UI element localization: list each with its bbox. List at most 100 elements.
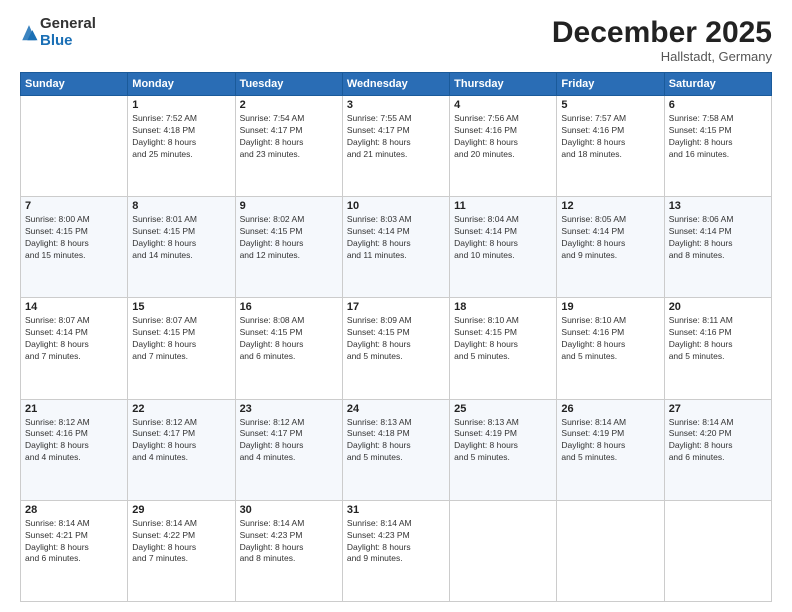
day-number: 21 xyxy=(25,403,123,415)
page: General Blue December 2025 Hallstadt, Ge… xyxy=(0,0,792,612)
logo: General Blue xyxy=(20,16,96,49)
day-info: Sunrise: 8:01 AMSunset: 4:15 PMDaylight:… xyxy=(132,214,230,262)
day-number: 3 xyxy=(347,99,445,111)
calendar-cell xyxy=(450,500,557,601)
calendar-cell: 15 Sunrise: 8:07 AMSunset: 4:15 PMDayligh… xyxy=(128,298,235,399)
day-info: Sunrise: 8:06 AMSunset: 4:14 PMDaylight:… xyxy=(669,214,767,262)
day-info: Sunrise: 8:09 AMSunset: 4:15 PMDaylight:… xyxy=(347,315,445,363)
day-number: 22 xyxy=(132,403,230,415)
day-number: 12 xyxy=(561,200,659,212)
header: General Blue December 2025 Hallstadt, Ge… xyxy=(20,16,772,64)
day-info: Sunrise: 8:00 AMSunset: 4:15 PMDaylight:… xyxy=(25,214,123,262)
calendar-cell: 6 Sunrise: 7:58 AMSunset: 4:15 PMDaylight… xyxy=(664,96,771,197)
col-wednesday: Wednesday xyxy=(342,73,449,96)
col-sunday: Sunday xyxy=(21,73,128,96)
calendar-table: Sunday Monday Tuesday Wednesday Thursday… xyxy=(20,72,772,602)
calendar-cell: 10 Sunrise: 8:03 AMSunset: 4:14 PMDayligh… xyxy=(342,197,449,298)
day-info: Sunrise: 8:12 AMSunset: 4:17 PMDaylight:… xyxy=(132,417,230,465)
day-info: Sunrise: 7:52 AMSunset: 4:18 PMDaylight:… xyxy=(132,113,230,161)
day-number: 30 xyxy=(240,504,338,516)
calendar-cell: 12Sunrise: 8:05 AMSunset: 4:14 PMDayligh… xyxy=(557,197,664,298)
week-row-0: 1 Sunrise: 7:52 AMSunset: 4:18 PMDaylight… xyxy=(21,96,772,197)
calendar-cell: 31Sunrise: 8:14 AMSunset: 4:23 PMDayligh… xyxy=(342,500,449,601)
day-number: 4 xyxy=(454,99,552,111)
day-number: 27 xyxy=(669,403,767,415)
calendar-cell: 23 Sunrise: 8:12 AMSunset: 4:17 PMDayligh… xyxy=(235,399,342,500)
day-info: Sunrise: 8:14 AMSunset: 4:19 PMDaylight:… xyxy=(561,417,659,465)
day-info: Sunrise: 8:02 AMSunset: 4:15 PMDaylight:… xyxy=(240,214,338,262)
calendar-cell: 14Sunrise: 8:07 AMSunset: 4:14 PMDayligh… xyxy=(21,298,128,399)
calendar-cell: 24Sunrise: 8:13 AMSunset: 4:18 PMDayligh… xyxy=(342,399,449,500)
calendar-cell: 2 Sunrise: 7:54 AMSunset: 4:17 PMDaylight… xyxy=(235,96,342,197)
day-number: 6 xyxy=(669,99,767,111)
calendar-cell: 13 Sunrise: 8:06 AMSunset: 4:14 PMDayligh… xyxy=(664,197,771,298)
calendar-cell: 3 Sunrise: 7:55 AMSunset: 4:17 PMDaylight… xyxy=(342,96,449,197)
calendar-cell: 7Sunrise: 8:00 AMSunset: 4:15 PMDaylight… xyxy=(21,197,128,298)
day-number: 1 xyxy=(132,99,230,111)
logo-icon xyxy=(20,20,38,42)
calendar-cell: 17 Sunrise: 8:09 AMSunset: 4:15 PMDayligh… xyxy=(342,298,449,399)
calendar-cell: 5Sunrise: 7:57 AMSunset: 4:16 PMDaylight… xyxy=(557,96,664,197)
day-info: Sunrise: 8:14 AMSunset: 4:23 PMDaylight:… xyxy=(240,518,338,566)
day-info: Sunrise: 7:55 AMSunset: 4:17 PMDaylight:… xyxy=(347,113,445,161)
day-info: Sunrise: 8:10 AMSunset: 4:16 PMDaylight:… xyxy=(561,315,659,363)
day-number: 20 xyxy=(669,301,767,313)
calendar-cell xyxy=(21,96,128,197)
logo-text: General Blue xyxy=(40,16,96,49)
day-info: Sunrise: 8:07 AMSunset: 4:14 PMDaylight:… xyxy=(25,315,123,363)
day-info: Sunrise: 7:57 AMSunset: 4:16 PMDaylight:… xyxy=(561,113,659,161)
calendar-cell: 8 Sunrise: 8:01 AMSunset: 4:15 PMDaylight… xyxy=(128,197,235,298)
calendar-cell: 25 Sunrise: 8:13 AMSunset: 4:19 PMDayligh… xyxy=(450,399,557,500)
day-number: 9 xyxy=(240,200,338,212)
day-info: Sunrise: 8:14 AMSunset: 4:22 PMDaylight:… xyxy=(132,518,230,566)
calendar-cell: 4Sunrise: 7:56 AMSunset: 4:16 PMDaylight… xyxy=(450,96,557,197)
day-info: Sunrise: 8:04 AMSunset: 4:14 PMDaylight:… xyxy=(454,214,552,262)
day-number: 19 xyxy=(561,301,659,313)
day-number: 10 xyxy=(347,200,445,212)
day-info: Sunrise: 8:11 AMSunset: 4:16 PMDaylight:… xyxy=(669,315,767,363)
month-title: December 2025 xyxy=(552,16,772,49)
week-row-1: 7Sunrise: 8:00 AMSunset: 4:15 PMDaylight… xyxy=(21,197,772,298)
calendar-cell: 20 Sunrise: 8:11 AMSunset: 4:16 PMDayligh… xyxy=(664,298,771,399)
calendar-cell: 26Sunrise: 8:14 AMSunset: 4:19 PMDayligh… xyxy=(557,399,664,500)
calendar-cell: 22 Sunrise: 8:12 AMSunset: 4:17 PMDayligh… xyxy=(128,399,235,500)
day-info: Sunrise: 8:13 AMSunset: 4:19 PMDaylight:… xyxy=(454,417,552,465)
day-number: 29 xyxy=(132,504,230,516)
day-number: 23 xyxy=(240,403,338,415)
day-number: 28 xyxy=(25,504,123,516)
day-info: Sunrise: 8:14 AMSunset: 4:21 PMDaylight:… xyxy=(25,518,123,566)
day-info: Sunrise: 7:54 AMSunset: 4:17 PMDaylight:… xyxy=(240,113,338,161)
col-saturday: Saturday xyxy=(664,73,771,96)
calendar-cell xyxy=(557,500,664,601)
col-monday: Monday xyxy=(128,73,235,96)
title-block: December 2025 Hallstadt, Germany xyxy=(552,16,772,64)
day-number: 17 xyxy=(347,301,445,313)
calendar-cell xyxy=(664,500,771,601)
day-number: 13 xyxy=(669,200,767,212)
calendar-cell: 9 Sunrise: 8:02 AMSunset: 4:15 PMDaylight… xyxy=(235,197,342,298)
col-tuesday: Tuesday xyxy=(235,73,342,96)
day-number: 16 xyxy=(240,301,338,313)
day-info: Sunrise: 8:10 AMSunset: 4:15 PMDaylight:… xyxy=(454,315,552,363)
day-number: 11 xyxy=(454,200,552,212)
day-number: 2 xyxy=(240,99,338,111)
day-number: 15 xyxy=(132,301,230,313)
day-info: Sunrise: 8:12 AMSunset: 4:17 PMDaylight:… xyxy=(240,417,338,465)
calendar-cell: 29 Sunrise: 8:14 AMSunset: 4:22 PMDayligh… xyxy=(128,500,235,601)
day-info: Sunrise: 7:58 AMSunset: 4:15 PMDaylight:… xyxy=(669,113,767,161)
calendar-cell: 19 Sunrise: 8:10 AMSunset: 4:16 PMDayligh… xyxy=(557,298,664,399)
week-row-4: 28 Sunrise: 8:14 AMSunset: 4:21 PMDayligh… xyxy=(21,500,772,601)
logo-blue-text: Blue xyxy=(40,33,96,50)
day-info: Sunrise: 8:07 AMSunset: 4:15 PMDaylight:… xyxy=(132,315,230,363)
day-number: 8 xyxy=(132,200,230,212)
week-row-3: 21 Sunrise: 8:12 AMSunset: 4:16 PMDayligh… xyxy=(21,399,772,500)
calendar-cell: 27Sunrise: 8:14 AMSunset: 4:20 PMDayligh… xyxy=(664,399,771,500)
calendar-cell: 30 Sunrise: 8:14 AMSunset: 4:23 PMDayligh… xyxy=(235,500,342,601)
day-info: Sunrise: 8:03 AMSunset: 4:14 PMDaylight:… xyxy=(347,214,445,262)
week-row-2: 14Sunrise: 8:07 AMSunset: 4:14 PMDayligh… xyxy=(21,298,772,399)
header-row: Sunday Monday Tuesday Wednesday Thursday… xyxy=(21,73,772,96)
day-number: 25 xyxy=(454,403,552,415)
day-info: Sunrise: 8:12 AMSunset: 4:16 PMDaylight:… xyxy=(25,417,123,465)
day-info: Sunrise: 8:13 AMSunset: 4:18 PMDaylight:… xyxy=(347,417,445,465)
calendar-cell: 1 Sunrise: 7:52 AMSunset: 4:18 PMDaylight… xyxy=(128,96,235,197)
